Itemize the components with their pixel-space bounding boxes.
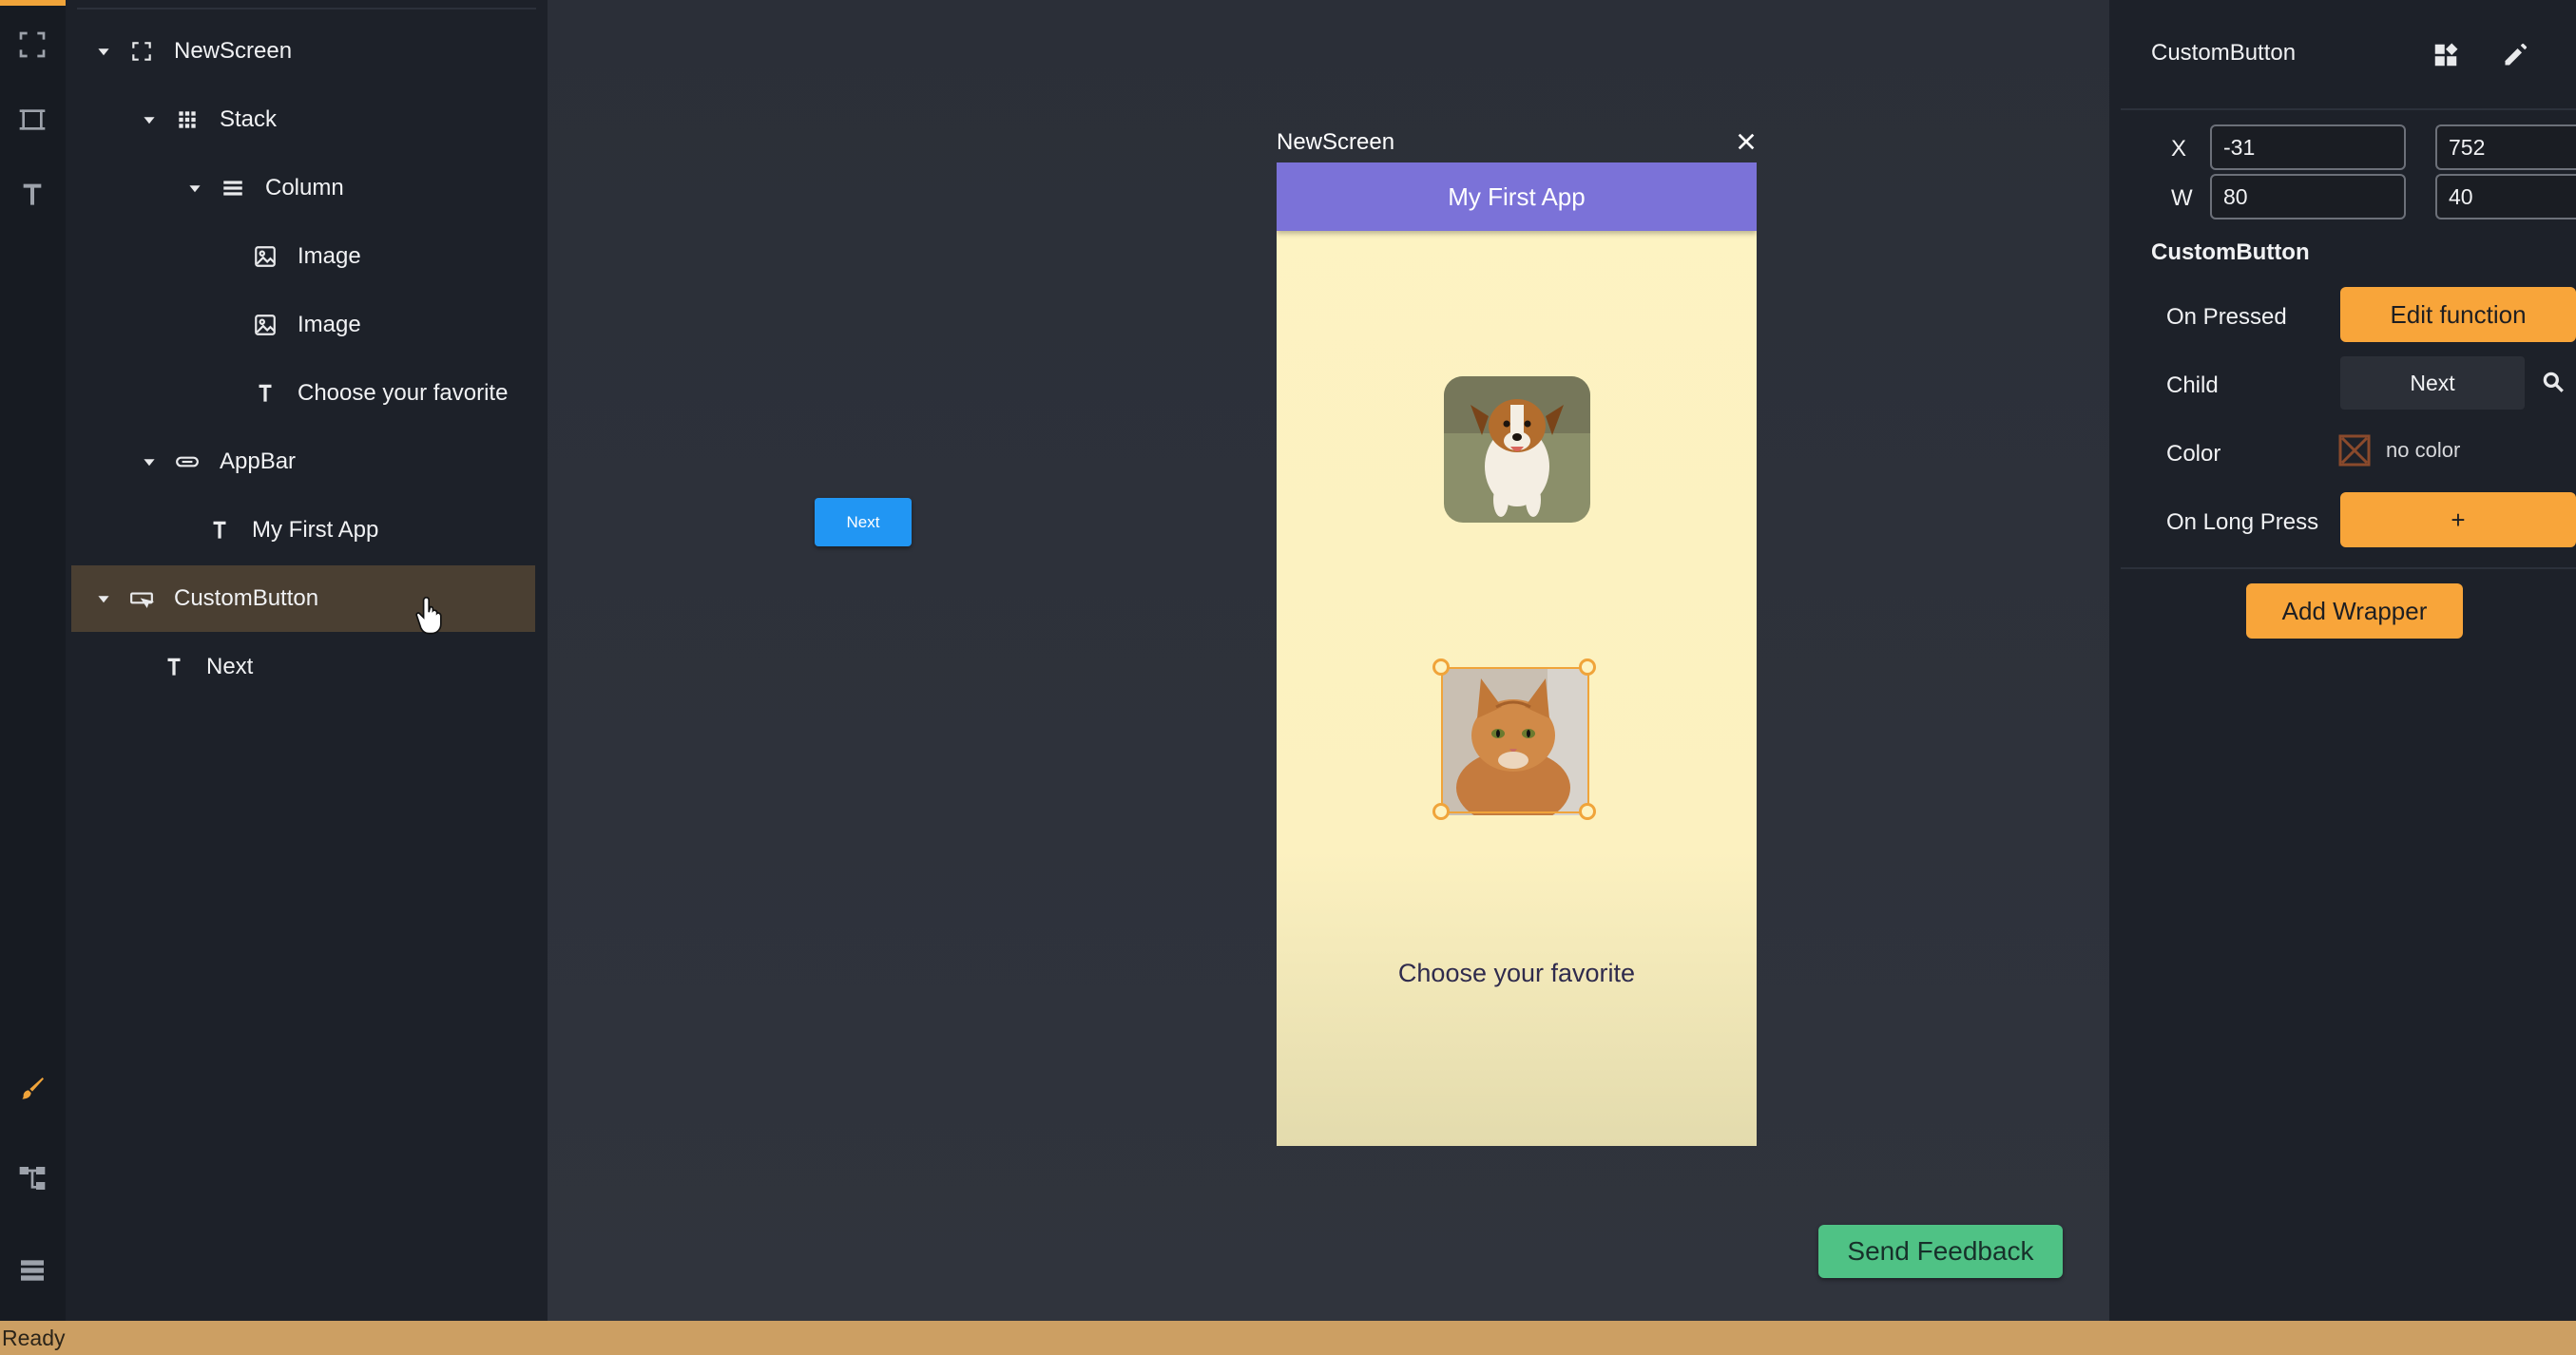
x-label: X [2171, 136, 2187, 162]
on-pressed-label: On Pressed [2166, 304, 2287, 330]
add-long-press-button[interactable]: + [2340, 492, 2576, 547]
properties-title: CustomButton [2151, 40, 2297, 66]
chevron-down-icon[interactable] [92, 587, 115, 610]
tree-item-label: AppBar [220, 448, 297, 474]
design-canvas[interactable]: Next NewScreen My First App Choose your … [548, 0, 2109, 1321]
tree-item-label: Image [298, 312, 361, 337]
widget-tree-panel: NewScreen Stack Column Image Image Choos… [66, 0, 548, 1321]
frame-icon[interactable] [10, 97, 55, 143]
search-icon[interactable] [2538, 367, 2568, 397]
dog-image[interactable] [1444, 376, 1590, 523]
chevron-down-icon[interactable] [92, 40, 115, 63]
selection-outline [1441, 667, 1589, 813]
color-label: Color [2166, 441, 2221, 467]
status-text: Ready [2, 1326, 66, 1350]
phone-preview[interactable]: My First App Choose your favorite [1277, 162, 1757, 1146]
edit-function-button[interactable]: Edit function [2340, 287, 2576, 342]
tree-item-label: Column [265, 175, 344, 200]
brush-icon[interactable] [10, 1066, 55, 1112]
send-feedback-button[interactable]: Send Feedback [1818, 1225, 2063, 1278]
h-field[interactable] [2435, 174, 2576, 219]
status-bar: Ready [0, 1321, 2576, 1355]
hand-cursor-icon [415, 595, 448, 635]
appbar-icon [174, 448, 201, 475]
on-long-press-label: On Long Press [2166, 509, 2319, 535]
w-field[interactable] [2210, 174, 2406, 219]
tree-item-text[interactable]: Next [71, 634, 625, 700]
no-color-swatch-icon[interactable] [2338, 434, 2371, 467]
y-label: Y [2398, 136, 2413, 162]
divider [2121, 108, 2576, 110]
add-wrapper-button[interactable]: Add Wrapper [2246, 583, 2463, 639]
tree-item-label: Stack [220, 106, 278, 132]
tree-item-label: Next [206, 654, 254, 679]
app-bar-title: My First App [1448, 181, 1586, 211]
chevron-down-icon[interactable] [138, 108, 161, 131]
properties-panel: CustomButton X Y W H CustomButton On Pre… [2109, 0, 2576, 1321]
grid-icon [174, 106, 201, 133]
resize-handle-top-right[interactable] [1579, 658, 1596, 676]
tree-item-stack[interactable]: Stack [71, 86, 602, 153]
column-icon [220, 175, 246, 201]
list-icon[interactable] [10, 1248, 55, 1293]
w-label: W [2171, 185, 2193, 211]
section-heading: CustomButton [2151, 239, 2310, 265]
fullscreen-icon [128, 38, 155, 65]
tool-rail [0, 0, 66, 1321]
button-icon [128, 585, 155, 612]
resize-handle-top-left[interactable] [1432, 658, 1450, 676]
child-label: Child [2166, 372, 2219, 398]
tree-item-newscreen[interactable]: NewScreen [71, 18, 556, 85]
widget-tree-icon[interactable] [10, 1155, 55, 1201]
resize-handle-bottom-right[interactable] [1579, 803, 1596, 820]
close-icon[interactable] [1732, 127, 1760, 156]
app-bar[interactable]: My First App [1277, 162, 1757, 231]
text-icon [252, 380, 279, 407]
screen-title: NewScreen [1277, 129, 1395, 155]
image-icon [252, 243, 279, 270]
tree-divider [77, 8, 536, 10]
resize-handle-bottom-left[interactable] [1432, 803, 1450, 820]
tree-item-label: CustomButton [174, 585, 319, 611]
tree-item-label: NewScreen [174, 38, 293, 64]
image-icon [252, 312, 279, 338]
text-icon [161, 654, 187, 680]
chevron-down-icon[interactable] [138, 450, 161, 473]
fullscreen-icon[interactable] [10, 22, 55, 67]
child-value[interactable]: Next [2340, 356, 2525, 410]
tree-item-appbar[interactable]: AppBar [71, 429, 602, 495]
rail-accent [0, 0, 66, 6]
chevron-down-icon[interactable] [183, 177, 206, 200]
y-field[interactable] [2435, 124, 2576, 170]
text-tool-icon[interactable] [10, 172, 55, 218]
color-value: no color [2386, 438, 2461, 462]
tree-item-custombutton[interactable]: CustomButton [71, 565, 535, 635]
tree-item-label: Choose your favorite [298, 380, 509, 406]
divider [2121, 567, 2576, 569]
choose-favorite-text: Choose your favorite [1397, 959, 1636, 987]
text-icon [206, 517, 233, 544]
widgets-icon[interactable] [2427, 36, 2465, 74]
floating-next-button[interactable]: Next [815, 498, 912, 546]
edit-pencil-icon[interactable] [2496, 36, 2534, 74]
tree-item-label: My First App [252, 517, 379, 543]
x-field[interactable] [2210, 124, 2406, 170]
tree-item-label: Image [298, 243, 361, 269]
h-label: H [2398, 185, 2414, 212]
